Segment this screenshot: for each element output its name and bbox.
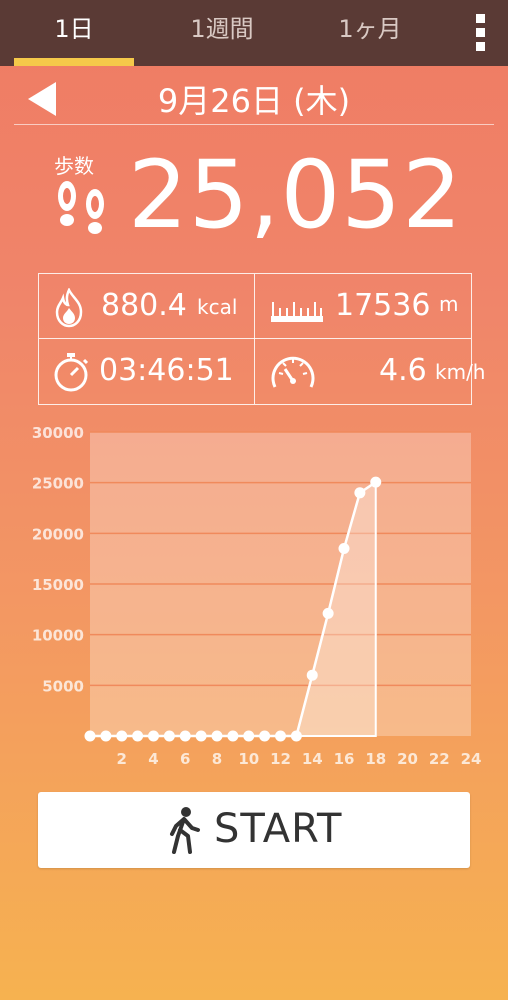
data-point: [370, 476, 382, 488]
data-point: [195, 730, 207, 742]
start-button[interactable]: START: [38, 792, 470, 868]
tab-week[interactable]: 1週間: [152, 0, 292, 66]
x-tick-label: 10: [238, 750, 259, 768]
x-tick-label: 6: [180, 750, 190, 768]
tab-month[interactable]: 1ヶ月: [300, 0, 440, 66]
x-tick-label: 16: [334, 750, 355, 768]
data-point: [116, 730, 128, 742]
data-point: [211, 730, 223, 742]
data-point: [179, 730, 191, 742]
x-tick-label: 22: [429, 750, 450, 768]
calories-cell: 880.4 kcal: [39, 274, 254, 338]
overflow-menu-icon[interactable]: [476, 14, 486, 54]
data-point: [163, 730, 175, 742]
steps-label: 歩数: [54, 154, 94, 178]
divider: [14, 124, 494, 125]
data-point: [354, 487, 366, 499]
steps-count: 25,052: [128, 141, 463, 250]
x-tick-label: 12: [270, 750, 291, 768]
flame-icon: [55, 288, 83, 328]
y-tick-label: 15000: [32, 576, 84, 594]
x-tick-label: 14: [302, 750, 323, 768]
y-tick-label: 30000: [32, 424, 84, 442]
x-tick-label: 4: [148, 750, 158, 768]
steps-chart: 500010000150002000025000300002 4 6 8 10 12 14 1…: [32, 424, 482, 768]
data-point: [243, 730, 255, 742]
distance-cell: 17536 m: [255, 274, 470, 338]
start-button-label: START: [214, 806, 343, 852]
y-tick-label: 5000: [42, 677, 84, 695]
duration-cell: 03:46:51: [39, 339, 254, 403]
calories-value: 880.4: [101, 288, 187, 323]
distance-value: 17536: [335, 288, 431, 323]
x-tick-label: 2: [117, 750, 127, 768]
y-tick-label: 10000: [32, 627, 84, 645]
walking-person-icon: [170, 807, 200, 854]
stats-grid: 880.4 kcal 17536 m 03:46:51 4.6 km/h: [38, 273, 485, 405]
speedometer-icon: [271, 356, 315, 388]
data-point: [227, 730, 239, 742]
ruler-icon: [271, 302, 323, 322]
y-tick-label: 25000: [32, 475, 84, 493]
duration-value: 03:46:51: [99, 353, 234, 388]
speed-unit: km/h: [435, 360, 486, 384]
data-point: [290, 730, 302, 742]
data-point: [322, 607, 334, 619]
x-tick-label: 24: [461, 750, 482, 768]
date-title: 9月26日 (木): [157, 82, 351, 120]
stopwatch-icon: [54, 353, 89, 392]
distance-unit: m: [439, 292, 459, 316]
data-point: [148, 730, 159, 742]
active-tab-indicator: [14, 58, 134, 66]
data-point: [259, 730, 271, 742]
data-point: [338, 543, 350, 555]
data-point: [100, 730, 112, 742]
speed-cell: 4.6 km/h: [255, 339, 485, 403]
data-point: [275, 730, 286, 742]
calories-unit: kcal: [197, 295, 238, 319]
tab-bar: 1日 1週間 1ヶ月: [0, 0, 508, 66]
x-tick-label: 20: [397, 750, 418, 768]
y-tick-label: 20000: [32, 525, 84, 543]
data-point: [84, 730, 96, 742]
data-point: [306, 669, 318, 681]
tab-day[interactable]: 1日: [4, 0, 144, 66]
footprints-icon: [58, 181, 104, 234]
x-tick-label: 18: [365, 750, 386, 768]
data-point: [132, 730, 144, 742]
x-tick-label: 8: [212, 750, 222, 768]
date-navigation: 9月26日 (木): [0, 66, 508, 126]
speed-value: 4.6: [379, 353, 427, 388]
